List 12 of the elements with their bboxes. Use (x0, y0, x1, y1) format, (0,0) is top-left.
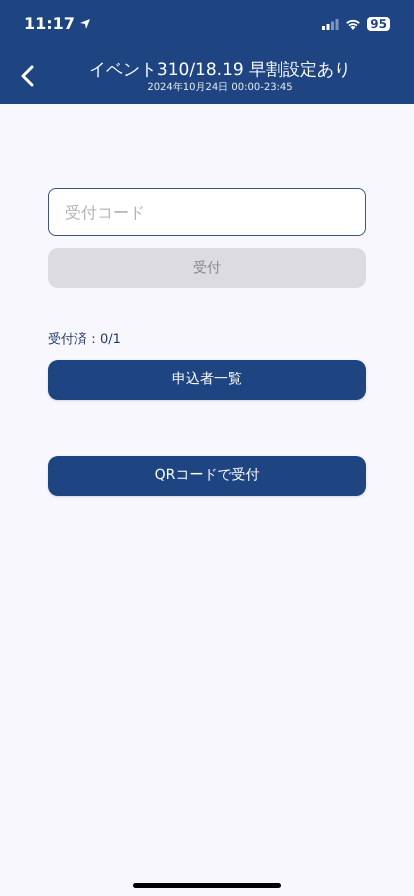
battery-icon: 95 (367, 17, 390, 31)
page-title: イベント310/18.19 早割設定あり (88, 58, 352, 80)
signal-icon (322, 18, 340, 30)
wifi-icon (345, 18, 362, 30)
code-input-field[interactable]: 受付コード (48, 188, 366, 236)
location-arrow-icon (78, 18, 91, 30)
event-date: 2024年10月24日 00:00-23:45 (147, 80, 293, 94)
applicant-list-button[interactable]: 申込者一覧 (48, 360, 366, 400)
back-icon[interactable] (20, 65, 34, 87)
checked-in-count: 受付済：0/1 (48, 331, 122, 349)
status-time: 11:17 (24, 13, 75, 35)
qr-accept-button[interactable]: QRコードで受付 (48, 456, 366, 496)
